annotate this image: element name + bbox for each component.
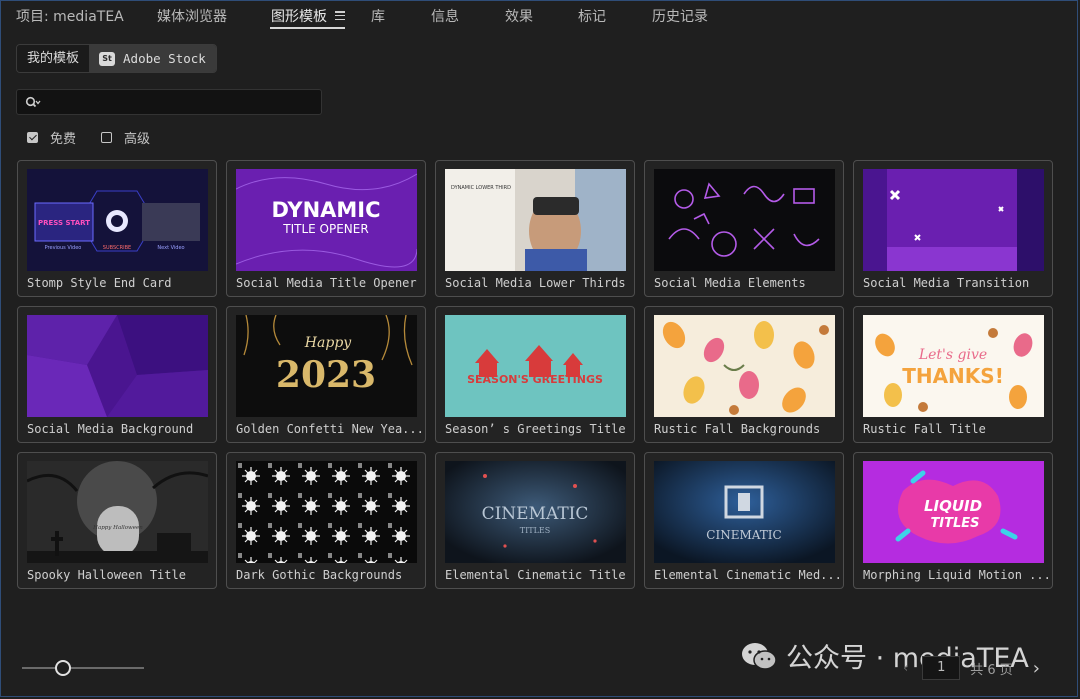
svg-text:TITLES: TITLES xyxy=(520,526,550,535)
my-templates-button[interactable]: 我的模板 xyxy=(17,45,90,72)
svg-text:2023: 2023 xyxy=(276,354,376,396)
panel-menu-icon[interactable] xyxy=(335,11,345,21)
template-title: Elemental Cinematic Title xyxy=(445,568,626,582)
template-card-elemental-cinematic-media[interactable]: CINEMATIC Elemental Cinematic Med... xyxy=(644,452,844,589)
premium-filter[interactable]: 高级 xyxy=(101,128,150,147)
template-title: Social Media Lower Thirds xyxy=(445,276,626,290)
template-card-social-media-title-opener[interactable]: DYNAMIC TITLE OPENER Social Media Title … xyxy=(226,160,426,297)
template-thumbnail: SEASON'S GREETINGS xyxy=(445,315,626,417)
template-thumbnail xyxy=(654,169,835,271)
search-icon[interactable] xyxy=(25,96,41,110)
template-thumbnail xyxy=(236,461,417,563)
search-input[interactable] xyxy=(51,92,315,114)
template-title: Social Media Transition xyxy=(863,276,1030,290)
tab-essential-graphics[interactable]: 图形模板 xyxy=(271,6,327,26)
template-title: Social Media Elements xyxy=(654,276,806,290)
template-thumbnail xyxy=(863,169,1044,271)
template-thumbnail: Happy Halloween xyxy=(27,461,208,563)
template-card-elemental-cinematic-title[interactable]: CINEMATIC TITLES Elemental Cinematic Tit… xyxy=(435,452,635,589)
panel-tab-bar: 项目: mediaTEA 媒体浏览器 图形模板 库 信息 效果 标记 历史记录 xyxy=(0,0,1080,30)
tab-project[interactable]: 项目: mediaTEA xyxy=(16,6,124,26)
template-card-social-media-lower-thirds[interactable]: DYNAMIC LOWER THIRD Social Media Lower T… xyxy=(435,160,635,297)
template-source-switch: 我的模板 St Adobe Stock xyxy=(16,44,217,73)
svg-text:SUBSCRIBE: SUBSCRIBE xyxy=(103,245,131,251)
template-title: Rustic Fall Backgrounds xyxy=(654,422,821,436)
adobe-stock-icon: St xyxy=(99,51,116,66)
page-total: 共 6 页 xyxy=(970,662,1013,678)
free-checkbox[interactable] xyxy=(27,132,38,143)
next-page-icon[interactable]: › xyxy=(1033,658,1040,679)
svg-text:PRESS START: PRESS START xyxy=(38,219,90,227)
template-card-rustic-fall-title[interactable]: Let's give THANKS! Rustic Fall Title xyxy=(853,306,1053,443)
page-number-input[interactable]: 1 xyxy=(922,656,961,680)
pagination: ‹ 1 共 6 页 › xyxy=(903,656,1040,680)
template-thumbnail: CINEMATIC xyxy=(654,461,835,563)
adobe-stock-label: Adobe Stock xyxy=(123,51,206,66)
template-title: Season’ s Greetings Title xyxy=(445,422,626,436)
tab-effects[interactable]: 效果 xyxy=(505,6,533,26)
template-title: Social Media Background xyxy=(27,422,194,436)
svg-text:DYNAMIC LOWER THIRD: DYNAMIC LOWER THIRD xyxy=(451,185,511,191)
wechat-icon xyxy=(742,642,777,670)
template-card-dark-gothic-backgrounds[interactable]: Dark Gothic Backgrounds xyxy=(226,452,426,589)
template-title: Dark Gothic Backgrounds xyxy=(236,568,403,582)
template-card-social-media-background[interactable]: Social Media Background xyxy=(17,306,217,443)
svg-text:THANKS!: THANKS! xyxy=(902,364,1004,388)
free-label: 免费 xyxy=(50,132,77,147)
template-card-social-media-transition[interactable]: Social Media Transition xyxy=(853,160,1053,297)
tab-history[interactable]: 历史记录 xyxy=(652,6,708,26)
template-card-spooky-halloween-title[interactable]: Happy Halloween Spooky Halloween Title xyxy=(17,452,217,589)
slider-track xyxy=(22,667,144,669)
adobe-stock-button[interactable]: St Adobe Stock xyxy=(89,45,216,72)
template-title: Spooky Halloween Title xyxy=(27,568,186,582)
template-card-social-media-elements[interactable]: Social Media Elements xyxy=(644,160,844,297)
template-thumbnail: LIQUID TITLES xyxy=(863,461,1044,563)
tab-info[interactable]: 信息 xyxy=(431,6,459,26)
template-title: Morphing Liquid Motion ... xyxy=(863,568,1048,582)
template-thumbnail: DYNAMIC TITLE OPENER xyxy=(236,169,417,271)
tab-media-browser[interactable]: 媒体浏览器 xyxy=(157,6,227,26)
svg-text:LIQUID: LIQUID xyxy=(924,497,982,515)
template-card-morphing-liquid-motion[interactable]: LIQUID TITLES Morphing Liquid Motion ... xyxy=(853,452,1053,589)
svg-text:Previous Video: Previous Video xyxy=(45,245,82,251)
premium-checkbox[interactable] xyxy=(101,132,112,143)
svg-text:CINEMATIC: CINEMATIC xyxy=(706,528,781,542)
template-title: Social Media Title Opener xyxy=(236,276,417,290)
template-title: Golden Confetti New Yea... xyxy=(236,422,421,436)
svg-text:DYNAMIC: DYNAMIC xyxy=(271,198,380,222)
template-thumbnail: Happy 2023 xyxy=(236,315,417,417)
search-box xyxy=(16,89,322,115)
template-title: Stomp Style End Card xyxy=(27,276,172,290)
template-thumbnail: CINEMATIC TITLES xyxy=(445,461,626,563)
template-thumbnail: DYNAMIC LOWER THIRD xyxy=(445,169,626,271)
slider-handle[interactable] xyxy=(55,660,71,676)
tab-markers[interactable]: 标记 xyxy=(578,6,606,26)
template-thumbnail xyxy=(27,315,208,417)
svg-text:SEASON'S GREETINGS: SEASON'S GREETINGS xyxy=(467,373,603,386)
svg-text:Happy Halloween: Happy Halloween xyxy=(92,525,143,531)
svg-text:Next Video: Next Video xyxy=(157,245,184,251)
template-card-stomp-style-end-card[interactable]: PRESS START Previous Video SUBSCRIBE Nex… xyxy=(17,160,217,297)
premium-label: 高级 xyxy=(124,132,151,147)
free-filter[interactable]: 免费 xyxy=(27,128,76,147)
svg-text:CINEMATIC: CINEMATIC xyxy=(482,504,589,524)
template-thumbnail: Let's give THANKS! xyxy=(863,315,1044,417)
my-templates-label: 我的模板 xyxy=(27,51,80,66)
svg-text:Let's give: Let's give xyxy=(918,347,987,363)
template-card-golden-confetti-new-year[interactable]: Happy 2023 Golden Confetti New Yea... xyxy=(226,306,426,443)
template-thumbnail xyxy=(654,315,835,417)
active-tab-underline xyxy=(270,27,345,29)
svg-text:TITLES: TITLES xyxy=(930,516,979,531)
thumbnail-size-slider[interactable] xyxy=(22,660,144,676)
template-thumbnail: PRESS START Previous Video SUBSCRIBE Nex… xyxy=(27,169,208,271)
svg-text:TITLE OPENER: TITLE OPENER xyxy=(282,222,368,236)
template-title: Elemental Cinematic Med... xyxy=(654,568,839,582)
svg-text:Happy: Happy xyxy=(304,335,352,351)
template-card-rustic-fall-backgrounds[interactable]: Rustic Fall Backgrounds xyxy=(644,306,844,443)
template-title: Rustic Fall Title xyxy=(863,422,986,436)
tab-libraries[interactable]: 库 xyxy=(371,6,385,26)
template-card-seasons-greetings-title[interactable]: SEASON'S GREETINGS Season’ s Greetings T… xyxy=(435,306,635,443)
prev-page-icon[interactable]: ‹ xyxy=(903,661,908,676)
